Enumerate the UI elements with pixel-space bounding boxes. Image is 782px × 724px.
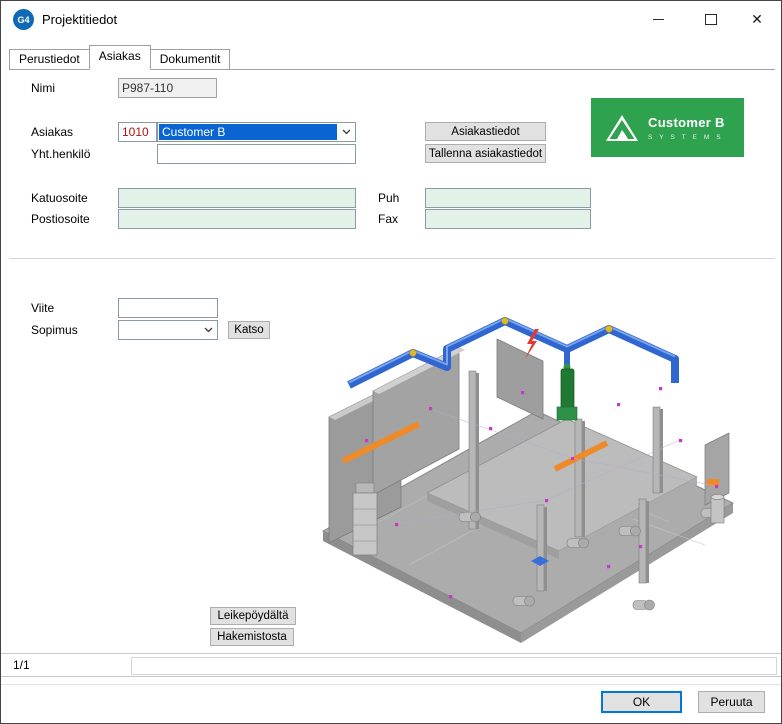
sopimus-combobox[interactable] xyxy=(118,320,218,340)
nimi-label: Nimi xyxy=(31,81,55,95)
asiakas-code-input[interactable] xyxy=(118,122,157,142)
status-bar: 1/1 xyxy=(1,653,782,677)
tab-strip: Perustiedot Asiakas Dokumentit xyxy=(9,46,775,70)
katso-button[interactable]: Katso xyxy=(228,321,270,339)
asiakas-selected-value: Customer B xyxy=(159,124,337,140)
yht-henkilo-label: Yht.henkilö xyxy=(31,147,90,161)
window-title: Projektitiedot xyxy=(42,12,117,27)
cad-3d-model-image xyxy=(309,297,743,649)
dropdown-arrow-icon[interactable] xyxy=(199,321,217,339)
viite-input[interactable] xyxy=(118,298,218,318)
postiosoite-label: Postiosoite xyxy=(31,212,90,226)
peruuta-button[interactable]: Peruuta xyxy=(698,691,765,713)
leikepoydalta-button[interactable]: Leikepöydältä xyxy=(210,607,296,625)
nimi-input[interactable] xyxy=(118,78,217,98)
minimize-button[interactable] xyxy=(642,7,674,31)
puh-input[interactable] xyxy=(425,188,591,208)
minimize-icon xyxy=(653,19,664,20)
tab-dokumentit[interactable]: Dokumentit xyxy=(150,49,231,69)
ok-button[interactable]: OK xyxy=(601,691,682,713)
katuosoite-input[interactable] xyxy=(118,188,356,208)
puh-label: Puh xyxy=(378,191,399,205)
katuosoite-label: Katuosoite xyxy=(31,191,88,205)
fax-input[interactable] xyxy=(425,209,591,229)
maximize-button[interactable] xyxy=(695,7,727,31)
asiakas-combobox[interactable]: Customer B xyxy=(157,122,356,142)
title-bar[interactable]: G4 Projektitiedot ✕ xyxy=(1,1,781,37)
logo-brand-text: Customer B xyxy=(648,115,725,130)
asiakastiedot-button[interactable]: Asiakastiedot xyxy=(425,122,546,141)
logo-mark-icon xyxy=(605,114,639,142)
close-button[interactable]: ✕ xyxy=(741,7,773,31)
projektitiedot-dialog: G4 Projektitiedot ✕ Perustiedot Asiakas … xyxy=(0,0,782,724)
hakemistosta-button[interactable]: Hakemistosta xyxy=(210,628,294,646)
dropdown-arrow-icon[interactable] xyxy=(337,123,355,141)
tab-perustiedot[interactable]: Perustiedot xyxy=(9,49,90,69)
close-icon: ✕ xyxy=(751,12,763,26)
customer-logo: Customer B S Y S T E M S xyxy=(591,98,744,157)
viite-label: Viite xyxy=(31,301,54,315)
app-icon: G4 xyxy=(13,9,34,30)
logo-subtitle-text: S Y S T E M S xyxy=(648,134,725,141)
status-panel xyxy=(131,657,777,675)
sopimus-label: Sopimus xyxy=(31,323,78,337)
page-indicator: 1/1 xyxy=(13,658,30,672)
yht-henkilo-input[interactable] xyxy=(157,144,356,164)
postiosoite-input[interactable] xyxy=(118,209,356,229)
fax-label: Fax xyxy=(378,212,398,226)
sopimus-selected-value xyxy=(120,322,199,338)
asiakas-label: Asiakas xyxy=(31,125,73,139)
tab-asiakas[interactable]: Asiakas xyxy=(89,45,151,70)
bottom-separator xyxy=(1,684,782,685)
project-3d-preview xyxy=(309,297,743,649)
maximize-icon xyxy=(705,14,717,25)
tallenna-asiakastiedot-button[interactable]: Tallenna asiakastiedot xyxy=(425,144,546,163)
section-separator xyxy=(9,258,775,262)
